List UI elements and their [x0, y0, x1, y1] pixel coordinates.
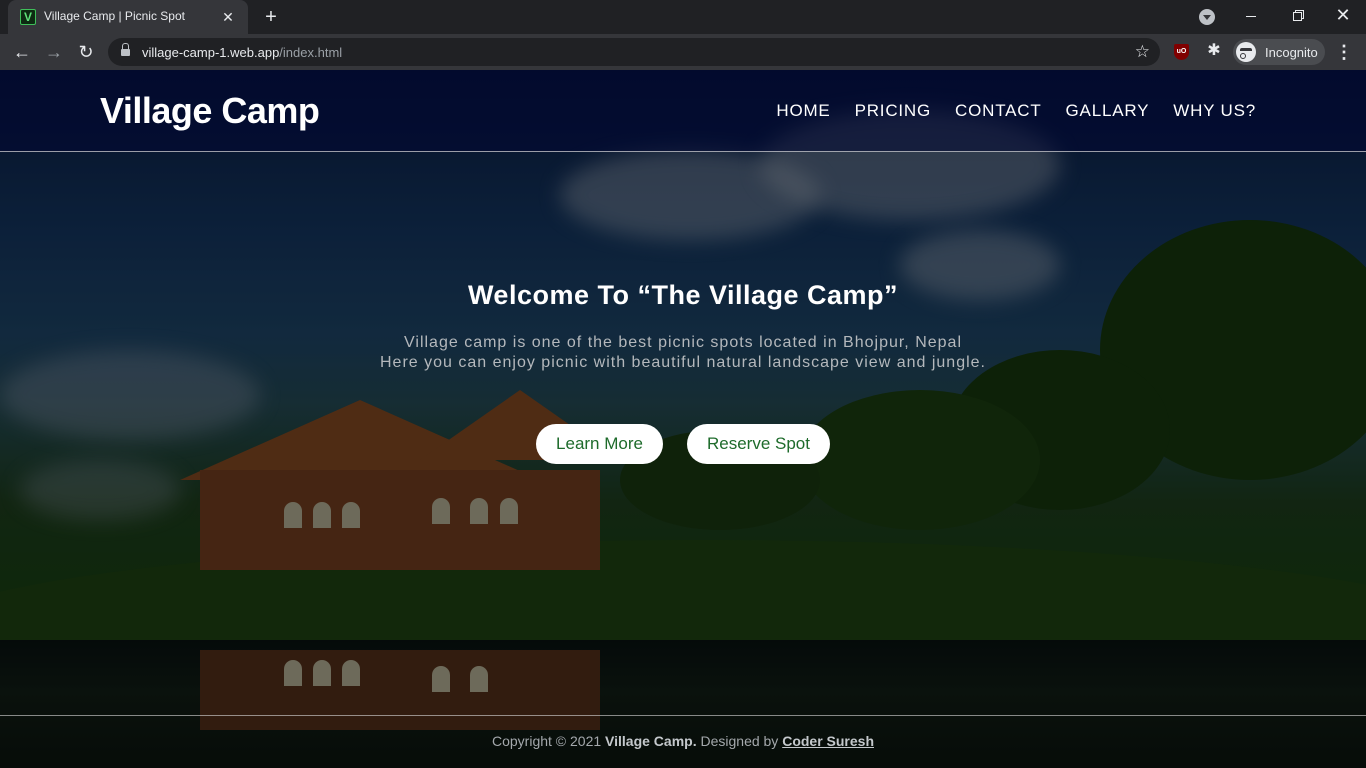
nav-pricing[interactable]: PRICING [855, 101, 931, 121]
restore-icon[interactable] [1274, 0, 1320, 32]
nav-contact[interactable]: CONTACT [955, 101, 1042, 121]
reserve-spot-button[interactable]: Reserve Spot [686, 424, 830, 464]
incognito-icon [1236, 42, 1256, 62]
browser-toolbar: ← → ↻ village-camp-1.web.app/index.html … [0, 34, 1366, 70]
nav-gallary[interactable]: GALLARY [1066, 101, 1150, 121]
tab-title: Village Camp | Picnic Spot [44, 9, 185, 23]
new-tab-icon[interactable]: + [259, 5, 283, 29]
minimize-icon[interactable] [1228, 0, 1274, 32]
hero-title-strong: “The Village Camp” [637, 280, 899, 310]
footer-text: Copyright © 2021 Village Camp. Designed … [0, 733, 1366, 749]
page-viewport: Village Camp HOME PRICING CONTACT GALLAR… [0, 70, 1366, 768]
bookmark-star-icon[interactable]: ☆ [1135, 42, 1150, 62]
learn-more-button[interactable]: Learn More [536, 424, 663, 464]
hero-desc-line2: Here you can enjoy picnic with beautiful… [380, 354, 986, 371]
lock-icon[interactable] [121, 43, 130, 57]
site-logo[interactable]: Village Camp [100, 90, 320, 132]
address-bar[interactable]: village-camp-1.web.app/index.html ☆ [108, 38, 1160, 66]
back-icon[interactable]: ← [9, 39, 35, 65]
forward-icon[interactable]: → [41, 39, 67, 65]
hero-title-prefix: Welcome To [467, 280, 638, 310]
footer-author-link[interactable]: Coder Suresh [782, 733, 874, 749]
close-window-icon[interactable]: ✕ [1320, 0, 1366, 32]
browser-tab[interactable]: V Village Camp | Picnic Spot ✕ [8, 0, 248, 34]
browser-menu-icon[interactable]: ⋮ [1334, 39, 1354, 65]
hero-section: Welcome To “The Village Camp” Village ca… [0, 280, 1366, 373]
url-host: village-camp-1.web.app [142, 45, 280, 60]
url-text[interactable]: village-camp-1.web.app/index.html [142, 45, 342, 60]
site-footer: Copyright © 2021 Village Camp. Designed … [0, 715, 1366, 768]
favicon-icon: V [20, 9, 36, 25]
footer-brand: Village Camp. [605, 733, 697, 749]
hero-desc-line1: Village camp is one of the best picnic s… [404, 334, 962, 351]
main-nav: HOME PRICING CONTACT GALLARY WHY US? [776, 101, 1256, 121]
ublock-extension-icon[interactable]: uO [1174, 44, 1189, 60]
dark-overlay [0, 70, 1366, 768]
footer-designed-by: Designed by [696, 733, 783, 749]
nav-home[interactable]: HOME [776, 101, 830, 121]
nav-why-us[interactable]: WHY US? [1173, 101, 1256, 121]
reload-icon[interactable]: ↻ [73, 39, 99, 65]
tab-search-icon[interactable] [1199, 9, 1215, 25]
footer-copyright: Copyright © 2021 [491, 733, 606, 749]
hero-buttons: Learn More Reserve Spot [0, 424, 1366, 464]
url-path: /index.html [279, 45, 343, 60]
extensions-puzzle-icon[interactable]: ✱ [1204, 41, 1224, 61]
incognito-badge[interactable]: Incognito [1233, 39, 1325, 65]
hero-description: Village camp is one of the best picnic s… [0, 333, 1366, 373]
close-tab-icon[interactable]: ✕ [218, 7, 238, 27]
site-header: Village Camp HOME PRICING CONTACT GALLAR… [0, 70, 1366, 152]
browser-tabstrip: V Village Camp | Picnic Spot ✕ + ✕ [0, 0, 1366, 34]
hero-title: Welcome To “The Village Camp” [0, 280, 1366, 311]
incognito-label: Incognito [1265, 45, 1318, 60]
